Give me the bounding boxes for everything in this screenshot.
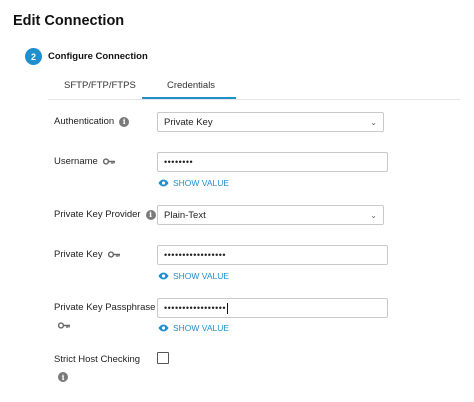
tabs-divider <box>48 99 460 100</box>
eye-icon <box>158 272 169 280</box>
private-key-passphrase-show-value-link[interactable]: SHOW VALUE <box>158 323 229 333</box>
private-key-provider-label-row: Private Key Provider i <box>54 209 156 220</box>
private-key-label: Private Key <box>54 249 103 260</box>
username-input[interactable]: •••••••• <box>157 152 388 172</box>
text-caret <box>227 302 229 314</box>
private-key-provider-select[interactable]: Plain-Text ⌄ <box>157 205 384 225</box>
show-value-label: SHOW VALUE <box>173 271 230 281</box>
info-icon[interactable]: i <box>119 116 130 127</box>
private-key-passphrase-label: Private Key Passphrase <box>54 302 156 313</box>
show-value-label: SHOW VALUE <box>173 323 230 333</box>
tab-sftp-ftp-ftps[interactable]: SFTP/FTP/FTPS <box>64 80 136 91</box>
private-key-input[interactable]: ••••••••••••••••• <box>157 245 388 265</box>
eye-icon <box>158 179 169 187</box>
private-key-show-value-link[interactable]: SHOW VALUE <box>158 271 229 281</box>
private-key-label-row: Private Key <box>54 249 121 260</box>
username-show-value-link[interactable]: SHOW VALUE <box>158 178 229 188</box>
private-key-provider-select-value: Plain-Text <box>164 209 206 221</box>
show-value-label: SHOW VALUE <box>173 178 230 188</box>
tab-credentials[interactable]: Credentials <box>167 80 215 91</box>
step-title: Configure Connection <box>48 51 148 62</box>
info-icon[interactable]: i <box>58 372 68 382</box>
page-title: Edit Connection <box>13 13 125 29</box>
authentication-label-row: Authentication i <box>54 116 130 127</box>
authentication-label: Authentication <box>54 116 115 127</box>
private-key-passphrase-masked-value: ••••••••••••••••• <box>164 303 227 313</box>
private-key-passphrase-label-row: Private Key Passphrase <box>54 302 155 313</box>
username-label: Username <box>54 156 98 167</box>
username-masked-value: •••••••• <box>164 157 194 167</box>
info-icon[interactable]: i <box>145 209 156 220</box>
strict-host-checking-checkbox[interactable] <box>157 352 169 364</box>
authentication-select-value: Private Key <box>164 116 213 128</box>
key-icon <box>58 322 71 329</box>
private-key-passphrase-input[interactable]: ••••••••••••••••• <box>157 298 388 318</box>
chevron-down-icon: ⌄ <box>370 210 377 220</box>
step-number-badge: 2 <box>25 48 42 65</box>
private-key-provider-label: Private Key Provider <box>54 209 141 220</box>
eye-icon <box>158 324 169 332</box>
strict-host-checking-label-row: Strict Host Checking <box>54 354 140 365</box>
private-key-masked-value: ••••••••••••••••• <box>164 250 227 260</box>
key-icon <box>102 158 116 165</box>
username-label-row: Username <box>54 156 116 167</box>
key-icon <box>107 251 121 258</box>
strict-host-checking-label: Strict Host Checking <box>54 354 141 365</box>
authentication-select[interactable]: Private Key ⌄ <box>157 112 384 132</box>
chevron-down-icon: ⌄ <box>370 117 377 127</box>
